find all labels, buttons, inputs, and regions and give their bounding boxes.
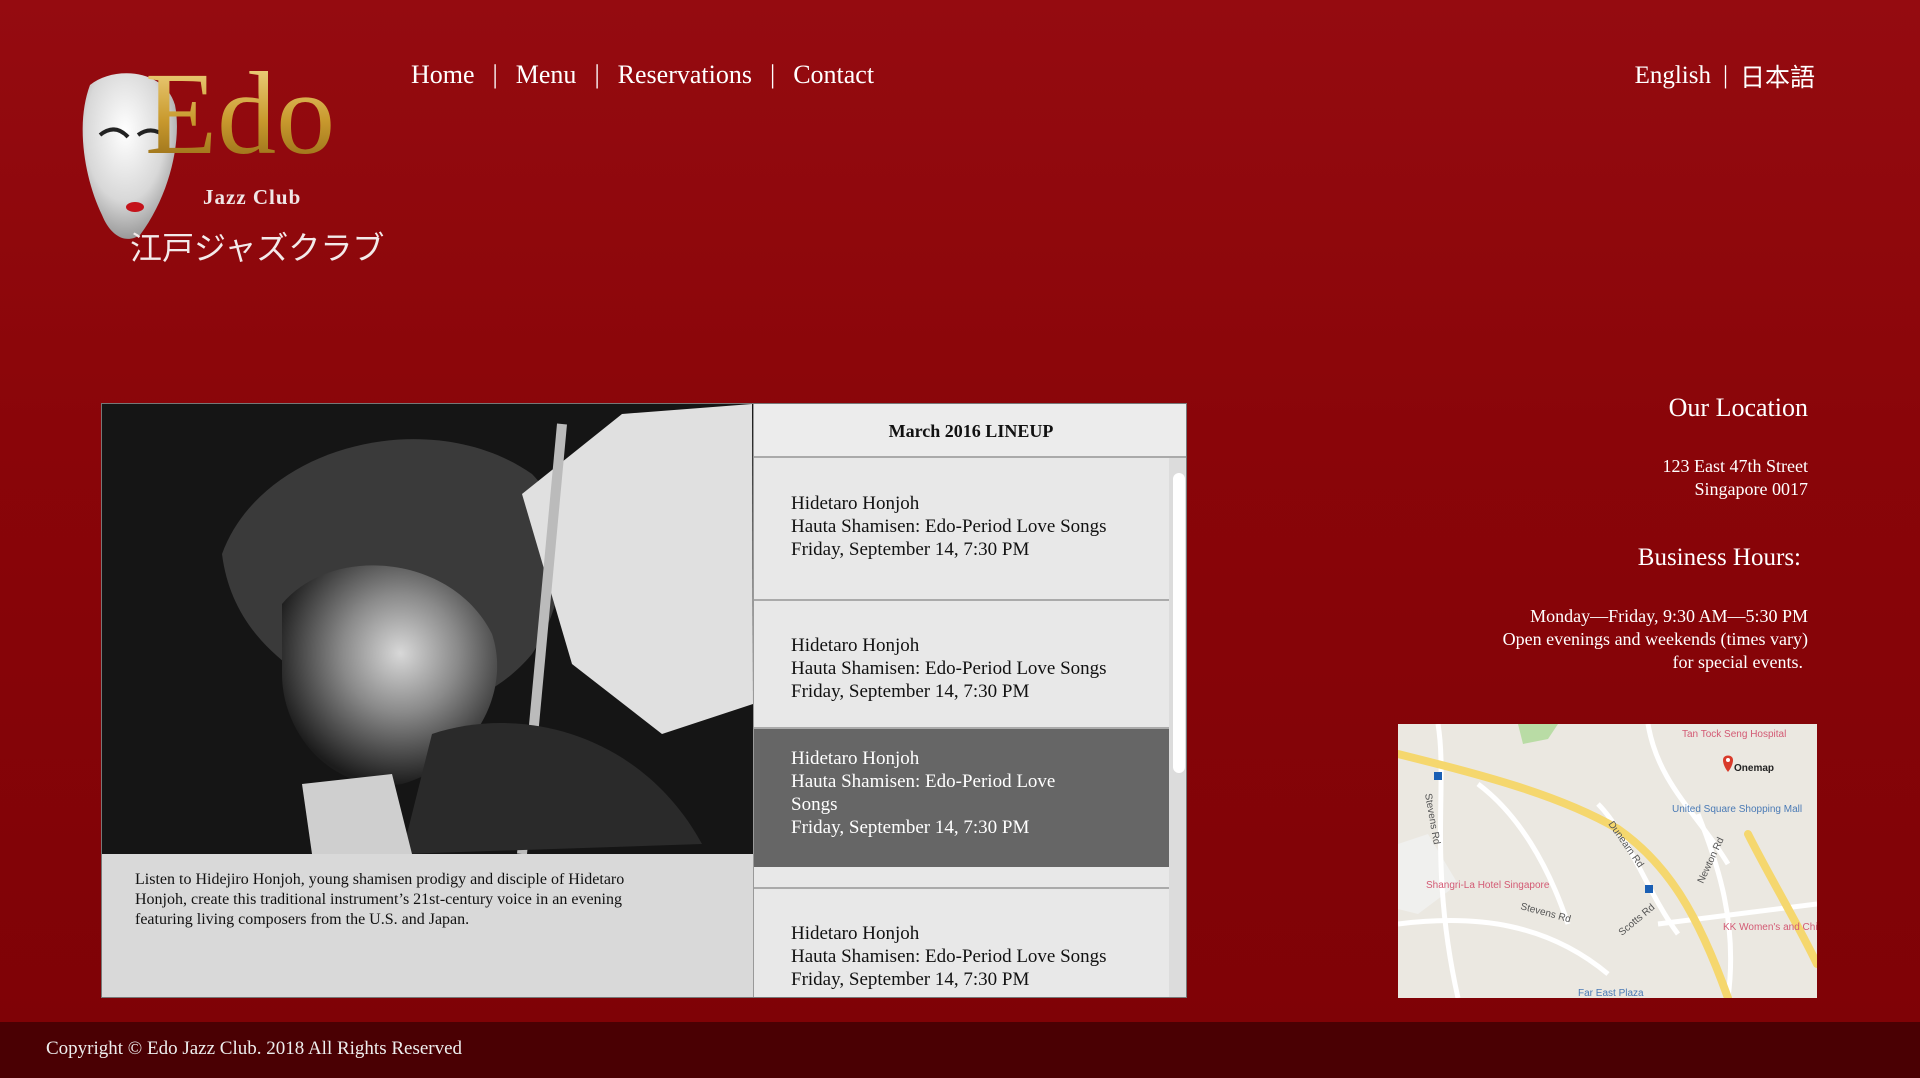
footer-copyright: Copyright © Edo Jazz Club. 2018 All Righ… — [46, 1038, 463, 1059]
event-artist: Hidetaro Honjoh — [791, 748, 920, 769]
site-footer: Copyright © Edo Jazz Club. 2018 All Righ… — [0, 1022, 1920, 1078]
site-logo[interactable]: Edo Jazz Club 江戸ジャズクラブ — [70, 48, 384, 267]
lang-japanese[interactable]: 日本語 — [1740, 58, 1815, 94]
event-title: Hauta Shamisen: Edo-Period Love Songs — [791, 516, 1107, 537]
event-scrollbar[interactable] — [1169, 458, 1186, 997]
map-label-onemap: Onemap — [1734, 763, 1774, 774]
feature-panel: Listen to Hidejiro Honjoh, young shamise… — [101, 403, 1187, 998]
event-title: Hauta Shamisen: Edo-Period Love Songs — [791, 771, 1056, 815]
lineup-title: March 2016 LINEUP — [754, 404, 1186, 458]
map-label-plaza: Far East Plaza — [1578, 988, 1644, 998]
event-list[interactable]: Hidetaro Honjoh Hauta Shamisen: Edo-Peri… — [754, 458, 1170, 997]
event-date: Friday, September 14, 7:30 PM — [791, 539, 1030, 560]
map-label-mall: United Square Shopping Mall — [1672, 804, 1802, 815]
business-hours: Monday—Friday, 9:30 AM—5:30 PM Open even… — [1503, 605, 1808, 674]
event-date: Friday, September 14, 7:30 PM — [791, 969, 1030, 990]
address-line2: Singapore 0017 — [1694, 479, 1808, 499]
caption-text: Listen to Hidejiro Honjoh, young shamise… — [135, 871, 625, 928]
event-divider — [754, 867, 1170, 889]
map-label-hospital: Tan Tock Seng Hospital — [1682, 729, 1786, 740]
event-item[interactable]: Hidetaro Honjoh Hauta Shamisen: Edo-Peri… — [754, 458, 1170, 601]
map-label-kk: KK Women's and Children's Hospital — [1723, 922, 1817, 933]
nav-separator: | — [769, 60, 776, 89]
event-item-active[interactable]: Hidetaro Honjoh Hauta Shamisen: Edo-Peri… — [754, 729, 1170, 867]
lineup-panel: March 2016 LINEUP Hidetaro Honjoh Hauta … — [753, 404, 1186, 997]
performer-image — [102, 404, 753, 854]
event-artist: Hidetaro Honjoh — [791, 923, 920, 944]
nav-separator: | — [492, 60, 498, 89]
hours-line2: Open evenings and weekends (times vary) — [1502, 629, 1808, 649]
nav-separator: | — [594, 60, 600, 89]
nav-menu[interactable]: Menu — [516, 60, 577, 90]
lang-separator: | — [1722, 62, 1728, 89]
map-label-hotel: Shangri-La Hotel Singapore — [1426, 880, 1550, 891]
logo-brand: Edo — [145, 48, 336, 179]
scrollbar-thumb[interactable] — [1173, 473, 1185, 773]
location-map[interactable]: Tan Tock Seng Hospital Onemap United Squ… — [1398, 724, 1817, 998]
event-date: Friday, September 14, 7:30 PM — [791, 817, 1030, 838]
nav-home[interactable]: Home — [411, 60, 475, 90]
address: 123 East 47th Street Singapore 0017 — [1663, 455, 1808, 501]
event-date: Friday, September 14, 7:30 PM — [791, 681, 1030, 702]
hours-line3: for special events. — [1672, 652, 1803, 672]
address-line1: 123 East 47th Street — [1662, 456, 1808, 476]
language-switcher: English | 日本語 — [1635, 58, 1815, 94]
event-title: Hauta Shamisen: Edo-Period Love Songs — [791, 658, 1107, 679]
logo-subtitle: Jazz Club — [203, 185, 302, 209]
main-nav: Home | Menu | Reservations | Contact — [411, 60, 874, 90]
feature-caption: Listen to Hidejiro Honjoh, young shamise… — [102, 854, 753, 997]
map-image: Tan Tock Seng Hospital Onemap United Squ… — [1398, 724, 1817, 998]
nav-reservations[interactable]: Reservations — [618, 60, 752, 90]
performer-photo — [102, 404, 753, 854]
nav-contact[interactable]: Contact — [793, 60, 874, 90]
event-item[interactable]: Hidetaro Honjoh Hauta Shamisen: Edo-Peri… — [754, 889, 1170, 997]
hours-heading: Business Hours: — [1637, 544, 1801, 571]
event-artist: Hidetaro Honjoh — [791, 635, 920, 656]
event-item[interactable]: Hidetaro Honjoh Hauta Shamisen: Edo-Peri… — [754, 601, 1170, 729]
event-artist: Hidetaro Honjoh — [791, 493, 920, 514]
logo-japanese: 江戸ジャズクラブ — [130, 229, 385, 267]
hours-line1: Monday—Friday, 9:30 AM—5:30 PM — [1530, 606, 1808, 626]
location-heading: Our Location — [1668, 393, 1808, 422]
lang-english[interactable]: English — [1635, 62, 1711, 90]
event-title: Hauta Shamisen: Edo-Period Love Songs — [791, 946, 1107, 967]
